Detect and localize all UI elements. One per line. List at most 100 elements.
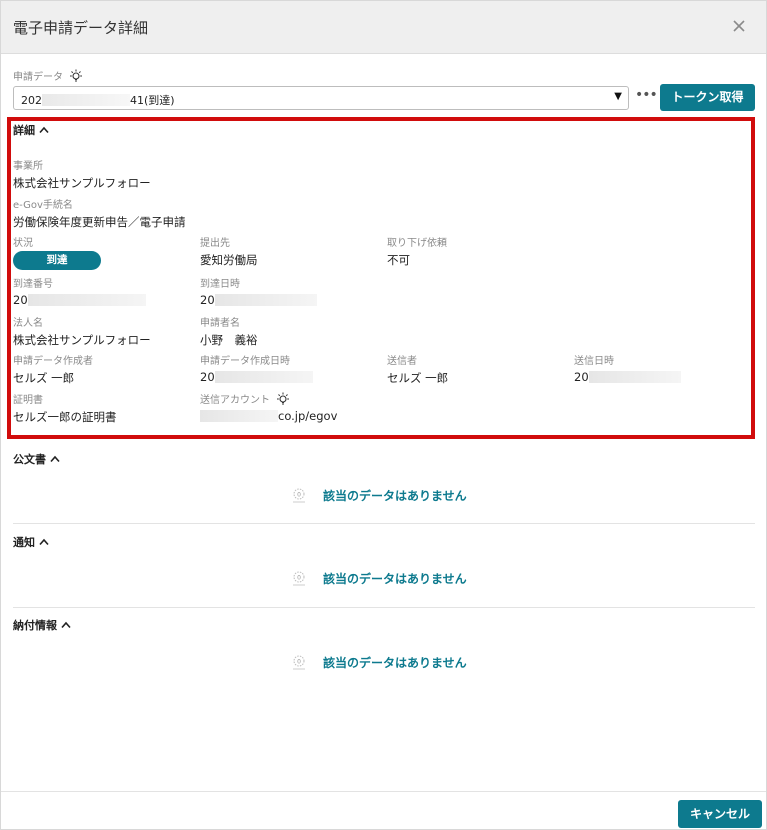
send-account-label-text: 送信アカウント — [200, 395, 270, 406]
send-account-field: 送信アカウント co.jp/egov — [200, 392, 337, 423]
chevron-up-icon — [50, 455, 60, 463]
corporation-value: 株式会社サンプルフォロー — [13, 333, 151, 347]
submit-to-label: 提出先 — [200, 238, 230, 249]
created-at-field: 申請データ作成日時 20 — [200, 353, 313, 384]
close-button[interactable] — [728, 15, 750, 37]
application-data-select[interactable]: 202 41(到達) ▼ — [13, 86, 629, 110]
section-divider — [13, 523, 755, 524]
office-field: 事業所 株式会社サンプルフォロー — [13, 158, 151, 190]
masked-text — [200, 410, 278, 422]
chevron-up-icon — [39, 538, 49, 546]
creator-field: 申請データ作成者 セルズ 一郎 — [13, 353, 93, 385]
applicant-value: 小野 義裕 — [200, 333, 258, 347]
svg-text:0: 0 — [297, 492, 301, 499]
more-options-button[interactable]: ••• — [635, 88, 658, 107]
arrival-date-value: 20 — [200, 293, 317, 307]
procedure-label: e-Gov手続名 — [13, 200, 73, 211]
empty-message: 該当のデータはありません — [323, 488, 467, 503]
dialog-title: 電子申請データ詳細 — [13, 19, 149, 37]
detail-section-toggle[interactable]: 詳細 — [13, 122, 49, 138]
certificate-label: 証明書 — [13, 395, 43, 406]
payment-info-heading: 納付情報 — [13, 619, 57, 632]
lightbulb-icon[interactable] — [69, 69, 83, 83]
sender-field: 送信者 セルズ 一郎 — [387, 353, 449, 385]
submit-to-field: 提出先 愛知労働局 — [200, 235, 258, 267]
application-data-label: 申請データ — [13, 68, 83, 83]
arrival-number-label: 到達番号 — [13, 279, 53, 290]
sender-label: 送信者 — [387, 356, 417, 367]
arrival-date-label: 到達日時 — [200, 279, 240, 290]
masked-text — [214, 294, 317, 306]
sent-at-label: 送信日時 — [574, 356, 614, 367]
sent-at-field: 送信日時 20 — [574, 353, 681, 384]
masked-text — [588, 371, 681, 383]
creator-value: セルズ 一郎 — [13, 371, 75, 385]
close-icon — [733, 20, 745, 32]
procedure-field: e-Gov手続名 労働保険年度更新申告／電子申請 — [13, 197, 186, 229]
send-account-label: 送信アカウント — [200, 392, 337, 406]
dialog: 電子申請データ詳細 申請データ 202 41(到達) ▼ ••• トークン取得 — [0, 0, 767, 830]
send-account-value: co.jp/egov — [200, 409, 337, 423]
empty-message: 該当のデータはありません — [323, 655, 467, 670]
dialog-header: 電子申請データ詳細 — [1, 1, 766, 54]
detail-heading: 詳細 — [13, 124, 35, 137]
notices-heading: 通知 — [13, 536, 35, 549]
corporation-label: 法人名 — [13, 318, 43, 329]
payment-info-empty: 0 該当のデータはありません — [289, 652, 467, 672]
masked-text — [214, 371, 313, 383]
section-divider — [13, 607, 755, 608]
status-badge: 到達 — [13, 251, 101, 270]
notices-section-toggle[interactable]: 通知 — [13, 534, 49, 550]
created-at-label: 申請データ作成日時 — [200, 356, 290, 367]
applicant-label: 申請者名 — [200, 318, 240, 329]
corporation-field: 法人名 株式会社サンプルフォロー — [13, 315, 151, 347]
office-value: 株式会社サンプルフォロー — [13, 176, 151, 190]
lightbulb-icon[interactable] — [276, 392, 290, 406]
official-docs-section-toggle[interactable]: 公文書 — [13, 451, 60, 467]
arrival-date-field: 到達日時 20 — [200, 276, 317, 307]
empty-message: 該当のデータはありません — [323, 571, 467, 586]
svg-text:0: 0 — [297, 659, 301, 666]
withdraw-value: 不可 — [387, 253, 410, 267]
sent-at-text: 20 — [574, 370, 589, 384]
notices-empty: 0 該当のデータはありません — [289, 568, 467, 588]
footer-divider — [1, 791, 766, 792]
arrival-date-text: 20 — [200, 293, 215, 307]
empty-data-icon: 0 — [293, 655, 305, 670]
payment-info-section-toggle[interactable]: 納付情報 — [13, 617, 71, 633]
creator-label: 申請データ作成者 — [13, 356, 93, 367]
withdraw-label: 取り下げ依頼 — [387, 238, 447, 249]
withdraw-field: 取り下げ依頼 不可 — [387, 235, 447, 267]
chevron-up-icon — [39, 126, 49, 134]
created-at-text: 20 — [200, 370, 215, 384]
dropdown-arrow-icon[interactable]: ▼ — [614, 91, 622, 102]
application-data-label-text: 申請データ — [13, 72, 63, 83]
send-account-text: co.jp/egov — [278, 409, 338, 423]
status-label: 状況 — [13, 238, 33, 249]
svg-text:0: 0 — [297, 575, 301, 582]
get-token-button[interactable]: トークン取得 — [660, 84, 755, 111]
masked-text — [42, 94, 130, 106]
official-docs-empty: 0 該当のデータはありません — [289, 485, 467, 505]
application-data-selected-value: 202 41(到達) — [21, 92, 175, 108]
chevron-up-icon — [61, 621, 71, 629]
sent-at-value: 20 — [574, 370, 681, 384]
selected-value-prefix: 202 — [21, 94, 42, 107]
empty-data-icon: 0 — [293, 571, 305, 586]
arrival-number-text: 20 — [13, 293, 28, 307]
selected-value-suffix: 41(到達) — [130, 94, 175, 107]
office-label: 事業所 — [13, 161, 43, 172]
certificate-value: セルズ一郎の証明書 — [13, 410, 117, 424]
arrival-number-value: 20 — [13, 293, 146, 307]
applicant-field: 申請者名 小野 義裕 — [200, 315, 258, 347]
arrival-number-field: 到達番号 20 — [13, 276, 146, 307]
masked-text — [27, 294, 146, 306]
empty-data-icon: 0 — [293, 488, 305, 503]
cancel-button[interactable]: キャンセル — [678, 800, 762, 828]
created-at-value: 20 — [200, 370, 313, 384]
procedure-value: 労働保険年度更新申告／電子申請 — [13, 215, 186, 229]
official-docs-heading: 公文書 — [13, 453, 46, 466]
sender-value: セルズ 一郎 — [387, 371, 449, 385]
submit-to-value: 愛知労働局 — [200, 253, 258, 267]
certificate-field: 証明書 セルズ一郎の証明書 — [13, 392, 117, 424]
